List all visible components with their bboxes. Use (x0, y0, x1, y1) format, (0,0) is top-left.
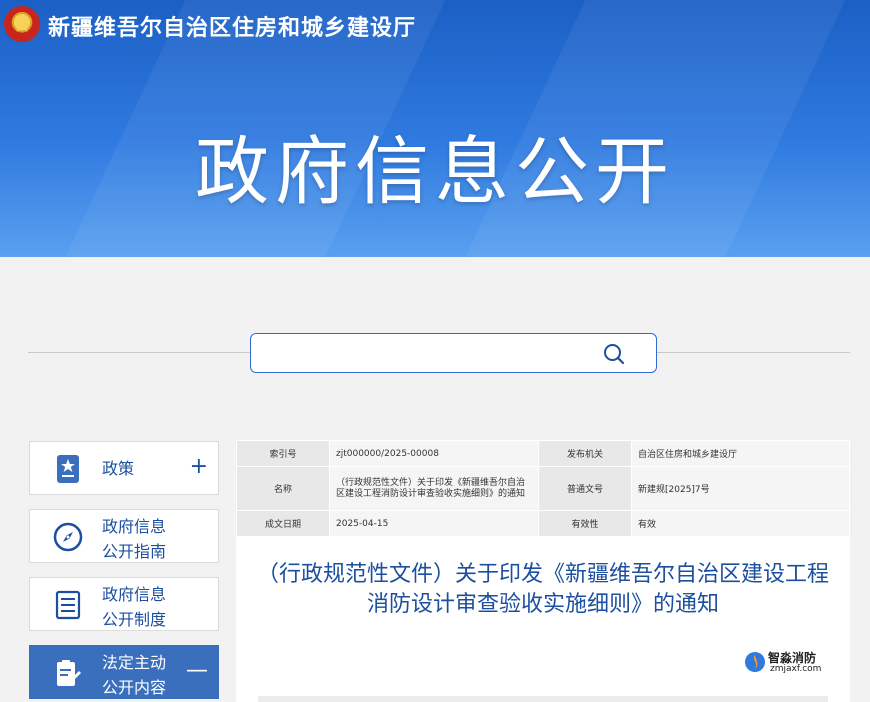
header-banner: 新疆维吾尔自治区住房和城乡建设厅 政府信息公开 (0, 0, 870, 257)
meta-label: 名称 (236, 466, 330, 511)
sidebar-item-label: 法定主动 公开内容 (102, 653, 167, 697)
sidebar-item-label: 政策 (102, 459, 135, 478)
page-title: 政府信息公开 (195, 129, 675, 215)
collapse-minus-icon[interactable]: — (186, 658, 208, 683)
watermark-logo-icon (745, 652, 765, 672)
meta-value: 2025-04-15 (329, 510, 539, 537)
expand-plus-icon[interactable]: + (190, 454, 208, 479)
search-box (250, 333, 657, 373)
meta-label: 成文日期 (236, 510, 330, 537)
national-emblem-icon (4, 6, 40, 42)
meta-label: 普通文号 (538, 466, 632, 511)
sidebar-item-statutory-content[interactable]: 法定主动 公开内容 — (29, 645, 219, 699)
meta-value: 自治区住房和城乡建设厅 (631, 440, 850, 467)
search-input[interactable] (261, 340, 595, 368)
document-panel: 索引号 zjt000000/2025-00008 发布机关 自治区住房和城乡建设… (236, 440, 850, 702)
sidebar-item-disclosure-system[interactable]: 政府信息 公开制度 (29, 577, 219, 631)
meta-value: （行政规范性文件）关于印发《新疆维吾尔自治区建设工程消防设计审查验收实施细则》的… (329, 466, 539, 511)
content-divider (258, 696, 828, 702)
clipboard-edit-icon (57, 660, 81, 686)
article-title: （行政规范性文件）关于印发《新疆维吾尔自治区建设工程消防设计审查验收实施细则》的… (256, 562, 829, 617)
compass-icon (53, 522, 83, 552)
watermark-url: zmjaxf.com (770, 664, 822, 674)
search-icon[interactable] (602, 342, 626, 366)
meta-value: 新建规[2025]7号 (631, 466, 850, 511)
sidebar-item-disclosure-guide[interactable]: 政府信息 公开指南 (29, 509, 219, 563)
meta-value: zjt000000/2025-00008 (329, 440, 539, 467)
policy-document-icon (57, 455, 79, 483)
sidebar-item-policy[interactable]: 政策 + (29, 441, 219, 495)
meta-label: 索引号 (236, 440, 330, 467)
document-meta-table: 索引号 zjt000000/2025-00008 发布机关 自治区住房和城乡建设… (236, 440, 850, 537)
list-document-icon (55, 590, 81, 620)
meta-value: 有效 (631, 510, 850, 537)
meta-label: 发布机关 (538, 440, 632, 467)
meta-label: 有效性 (538, 510, 632, 537)
sidebar-item-label: 政府信息 公开指南 (102, 517, 167, 561)
sidebar-item-label: 政府信息 公开制度 (102, 585, 167, 629)
site-title[interactable]: 新疆维吾尔自治区住房和城乡建设厅 (48, 10, 416, 42)
watermark: 智淼消防 zmjaxf.com (744, 648, 844, 678)
